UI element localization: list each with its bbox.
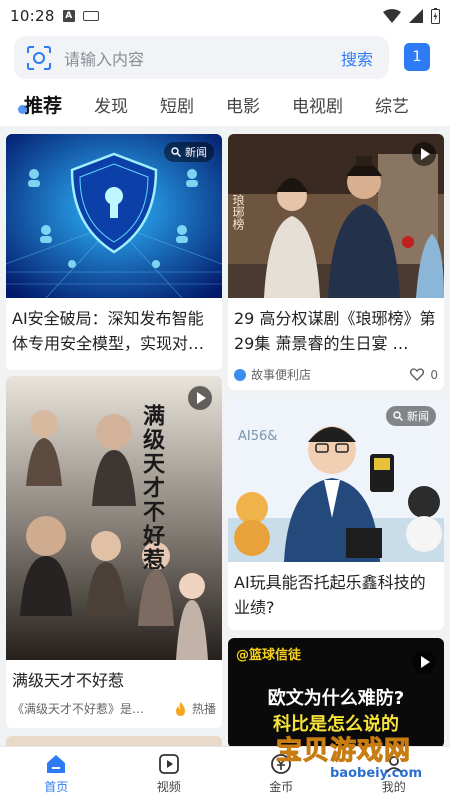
tab-short-drama[interactable]: 短剧	[160, 92, 194, 117]
nav-home-label: 首页	[44, 779, 69, 794]
status-time: 10:28	[10, 7, 55, 25]
hot-label: 热播	[191, 702, 216, 716]
search-icon	[171, 147, 181, 157]
feed-card-basketball[interactable]: @篮球信徒 欧文为什么难防? 科比是怎么说的	[228, 638, 444, 746]
like-count: 0	[430, 367, 438, 382]
card-title[interactable]: AI安全破局：深知发布智能体专用安全模型，实现对…	[12, 306, 216, 358]
like-button[interactable]: 0	[410, 368, 438, 382]
nav-home[interactable]: 首页	[0, 747, 113, 800]
tab-variety[interactable]: 综艺	[375, 92, 409, 117]
nav-video[interactable]: 视频	[113, 747, 226, 800]
tab-discover[interactable]: 发现	[94, 92, 128, 117]
nav-me[interactable]: 我的	[338, 747, 450, 800]
card-meta: 《满级天才不好惹》是… 热播	[12, 700, 216, 717]
video-title-line-2: 科比是怎么说的	[273, 714, 399, 735]
nav-me-label: 我的	[381, 779, 406, 794]
home-icon[interactable]	[45, 753, 67, 775]
coin-icon[interactable]	[270, 753, 292, 775]
news-tag-label: 新闻	[185, 146, 207, 159]
news-tag: 新闻	[164, 142, 214, 162]
feed-card-ai-toys[interactable]: AI56& 新闻 AI玩具能否托起乐鑫科技的业绩?	[228, 398, 444, 630]
feed-card-partial[interactable]	[6, 736, 222, 746]
card-description: 《满级天才不好惹》是…	[12, 702, 145, 716]
feed-card-drama-poster[interactable]: 满级天才不好惹 满级天才不好惹 《满级天才不好惹》是… 热播	[6, 376, 222, 728]
video-title-line-1: 欧文为什么难防?	[267, 688, 405, 709]
tab-tv-series[interactable]: 电视剧	[292, 92, 343, 117]
search-bar[interactable]: 请输入内容 搜索	[14, 36, 389, 79]
drama-title-overlay: 琅琊榜	[231, 193, 245, 231]
card-thumbnail-image: 琅琊榜	[228, 134, 444, 298]
scan-icon[interactable]	[26, 45, 52, 71]
card-title[interactable]: AI玩具能否托起乐鑫科技的业绩?	[234, 570, 438, 622]
play-icon[interactable]	[412, 650, 436, 674]
poster-title-text: 满级天才不好惹	[139, 404, 166, 572]
source-avatar-icon	[234, 368, 246, 381]
content-feed[interactable]: 新闻 AI安全破局：深知发布智能体专用安全模型，实现对… 琅琊榜 29 高分权谋…	[0, 126, 450, 746]
feed-card-langyabang[interactable]: 琅琊榜 29 高分权谋剧《琅琊榜》第29集 萧景睿的生日宴 … 故事便利店 0	[228, 134, 444, 390]
card-thumbnail-image: 满级天才不好惹	[6, 376, 222, 660]
category-tabs: 推荐 发现 短剧 电影 电视剧 综艺	[0, 84, 450, 124]
hot-badge: 热播	[175, 700, 216, 717]
search-input[interactable]: 请输入内容	[64, 46, 341, 70]
bottom-navigation: 首页 视频 金币 我的	[0, 746, 450, 800]
video-play-icon[interactable]	[158, 753, 180, 775]
news-tag: 新闻	[386, 406, 436, 426]
card-meta: 故事便利店 0	[234, 366, 438, 383]
heart-icon[interactable]	[410, 368, 425, 381]
battery-icon	[431, 8, 440, 24]
channel-name: @篮球信徒	[236, 648, 302, 663]
signal-icon	[409, 9, 423, 23]
source-name[interactable]: 故事便利店	[251, 366, 311, 383]
thumb-wall-text: AI56&	[238, 429, 277, 444]
message-count-badge[interactable]: 1	[404, 43, 430, 71]
card-title[interactable]: 满级天才不好惹	[12, 668, 216, 694]
status-bar: 10:28 A	[0, 0, 450, 32]
search-button[interactable]: 搜索	[341, 46, 373, 70]
profile-icon[interactable]	[383, 753, 405, 775]
play-icon[interactable]	[412, 142, 436, 166]
nav-coins-label: 金币	[269, 779, 294, 794]
play-icon[interactable]	[188, 386, 212, 410]
nav-coins[interactable]: 金币	[225, 747, 338, 800]
nav-video-label: 视频	[156, 779, 181, 794]
news-tag-label: 新闻	[407, 410, 429, 423]
tab-recommend[interactable]: 推荐	[17, 91, 62, 118]
flame-icon	[175, 701, 185, 716]
notification-a-icon: A	[62, 10, 75, 22]
search-icon	[393, 411, 403, 421]
tab-movie[interactable]: 电影	[226, 92, 260, 117]
card-title[interactable]: 29 高分权谋剧《琅琊榜》第29集 萧景睿的生日宴 …	[234, 306, 438, 356]
video-title-overlay: 欧文为什么难防? 科比是怎么说的	[228, 686, 444, 738]
wifi-icon	[383, 9, 401, 23]
feed-card-ai-security[interactable]: 新闻 AI安全破局：深知发布智能体专用安全模型，实现对…	[6, 134, 222, 370]
keyboard-icon	[82, 11, 99, 21]
